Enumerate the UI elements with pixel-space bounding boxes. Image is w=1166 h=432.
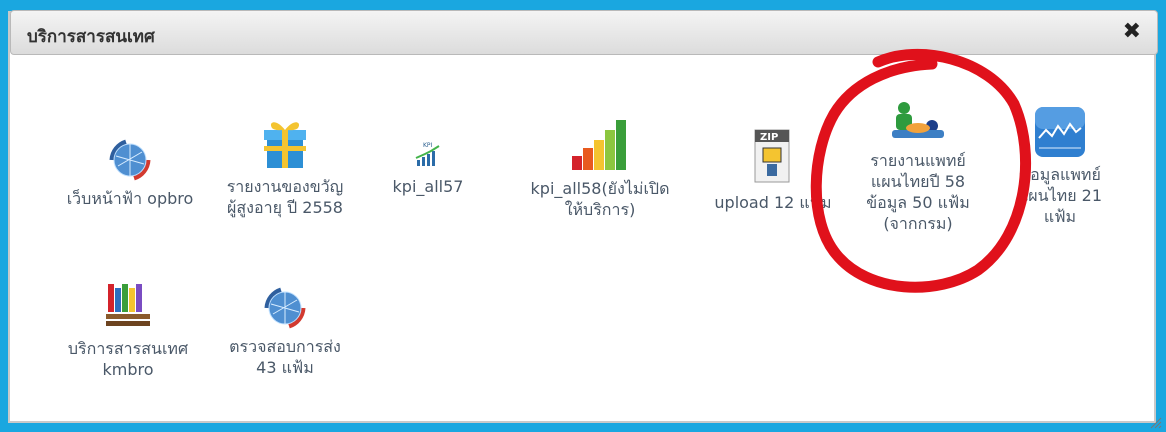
item-label: kpi_all57 [392,177,464,196]
dialog-titlebar[interactable]: บริการสารสนเทศ ✖ [10,10,1158,55]
item-label: ตรวจสอบการส่ง [229,337,341,356]
zip-file-icon: ZIP [754,129,790,183]
svg-text:KPI: KPI [423,142,433,149]
close-icon[interactable]: ✖ [1123,19,1141,45]
bar-chart-icon [572,120,626,170]
svg-text:ZIP: ZIP [760,132,778,143]
app-item-kpi-all58[interactable]: kpi_all58(ยังไม่เปิด ให้บริการ) [520,118,680,220]
globe-icon [264,287,306,329]
massage-icon [892,102,944,138]
item-label: แผนไทย 21 [1017,186,1103,205]
item-label: ข้อมูลแพทย์ [1019,165,1101,184]
app-item-gift-report[interactable]: รายงานของขวัญ ผู้สูงอายุ ปี 2558 [210,116,360,218]
item-label: 43 แฟ้ม [256,358,314,377]
app-item-thai-medicine-data[interactable]: ข้อมูลแพทย์ แผนไทย 21 แฟ้ม [1005,106,1115,227]
item-label: รายงานแพทย์ [870,151,966,170]
item-label: บริการสารสนเทศ [67,339,189,358]
app-item-kpi-all57[interactable]: KPI kpi_all57 [378,140,478,197]
item-label: upload 12 แฟ้ม [714,193,832,212]
item-label: kmbro [102,360,154,379]
item-label: ให้บริการ) [564,200,636,219]
item-label: เว็บหน้าฟ้า opbro [66,189,194,208]
item-label: แผนไทยปี 58 [870,172,966,191]
gift-icon [264,122,306,168]
globe-icon [109,139,151,181]
books-icon [106,284,150,326]
item-label: kpi_all58(ยังไม่เปิด [530,179,670,198]
item-label: รายงานของขวัญ [226,177,344,196]
dialog-title: บริการสารสนเทศ [27,27,155,47]
app-item-opbro[interactable]: เว็บหน้าฟ้า opbro [55,138,205,209]
item-label: (จากกรม) [883,214,953,233]
resize-handle-icon[interactable] [1148,415,1162,429]
item-label: ผู้สูงอายุ ปี 2558 [227,198,343,217]
item-label: แฟ้ม [1043,207,1077,226]
app-item-kmbro[interactable]: บริการสารสนเทศ kmbro [48,280,208,380]
stock-chart-icon [1035,107,1085,157]
app-item-check-43-files[interactable]: ตรวจสอบการส่ง 43 แฟ้ม [210,286,360,378]
app-item-upload[interactable]: ZIP upload 12 แฟ้ม [703,128,843,213]
kpi-chart-icon: KPI [415,142,440,166]
item-label: ข้อมูล 50 แฟ้ม [866,193,970,212]
app-item-thai-medicine-report[interactable]: รายงานแพทย์ แผนไทยปี 58 ข้อมูล 50 แฟ้ม (… [838,100,998,234]
